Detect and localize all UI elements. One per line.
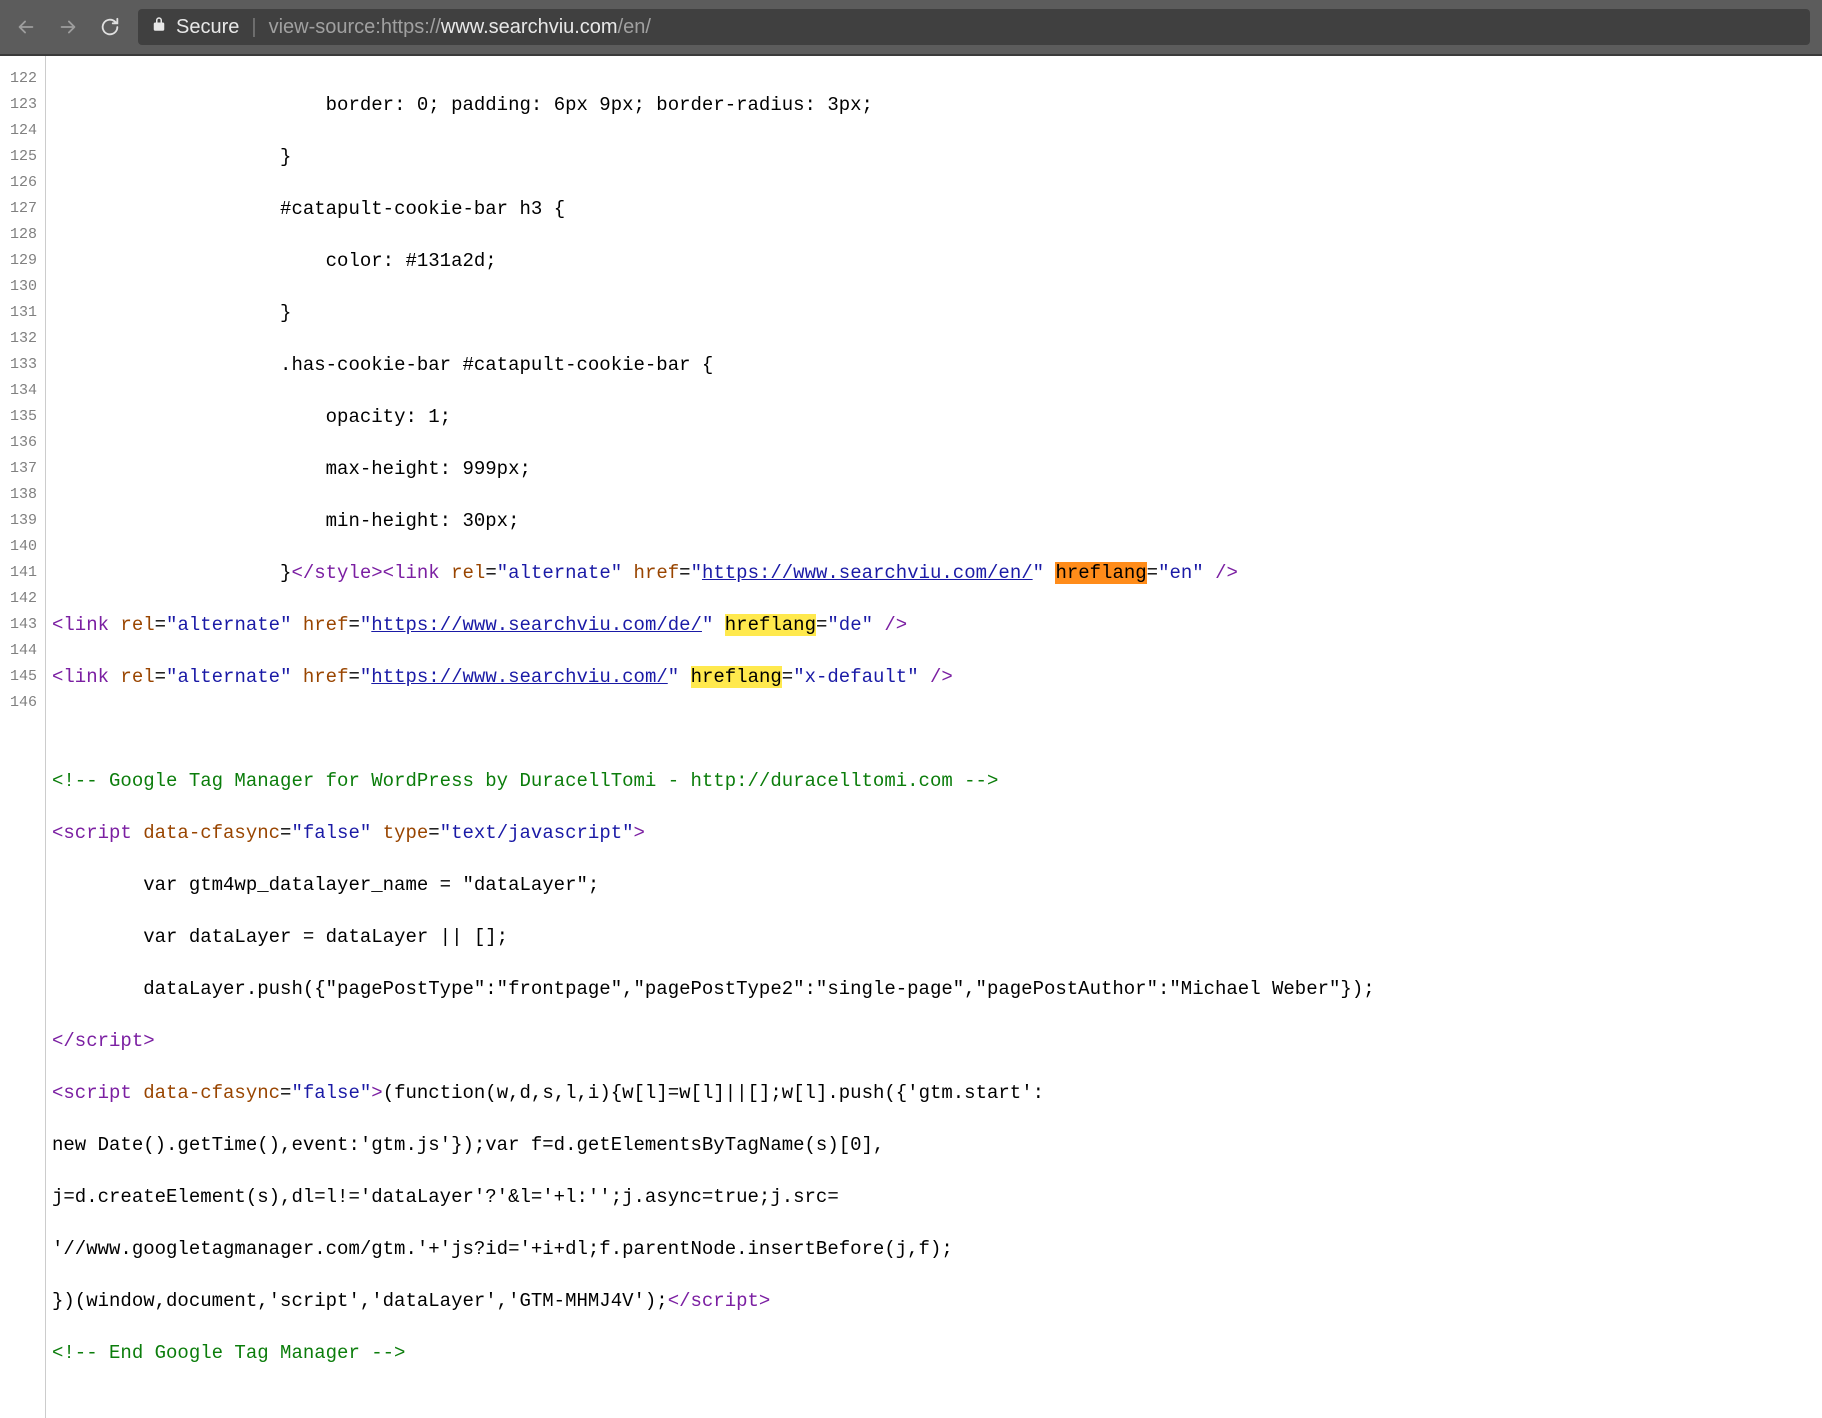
line-number: 128 xyxy=(6,222,37,248)
line-number: 123 xyxy=(6,92,37,118)
line-number: 139 xyxy=(6,508,37,534)
arrow-left-icon xyxy=(15,16,37,38)
line-number: 130 xyxy=(6,274,37,300)
browser-toolbar: Secure | view-source:https://www.searchv… xyxy=(0,0,1822,56)
arrow-right-icon xyxy=(57,16,79,38)
forward-button[interactable] xyxy=(54,13,82,41)
source-line: } xyxy=(52,144,1375,170)
hreflang-highlight: hreflang xyxy=(691,666,782,688)
source-line: var gtm4wp_datalayer_name = "dataLayer"; xyxy=(52,872,1375,898)
line-number: 135 xyxy=(6,404,37,430)
address-bar[interactable]: Secure | view-source:https://www.searchv… xyxy=(138,9,1810,45)
source-line: j=d.createElement(s),dl=l!='dataLayer'?'… xyxy=(52,1184,1375,1210)
line-number: 127 xyxy=(6,196,37,222)
source-line xyxy=(52,716,1375,742)
line-number: 142 xyxy=(6,586,37,612)
href-link[interactable]: https://www.searchviu.com/de/ xyxy=(371,614,702,636)
line-number: 144 xyxy=(6,638,37,664)
hreflang-highlight: hreflang xyxy=(1055,562,1146,584)
line-number: 129 xyxy=(6,248,37,274)
source-line: border: 0; padding: 6px 9px; border-radi… xyxy=(52,92,1375,118)
lock-icon xyxy=(150,15,168,39)
source-line: <link rel="alternate" href="https://www.… xyxy=(52,612,1375,638)
source-line: var dataLayer = dataLayer || []; xyxy=(52,924,1375,950)
source-line: </script> xyxy=(52,1028,1375,1054)
source-line: new Date().getTime(),event:'gtm.js'});va… xyxy=(52,1132,1375,1158)
line-number: 145 xyxy=(6,664,37,690)
back-button[interactable] xyxy=(12,13,40,41)
line-number: 122 xyxy=(6,66,37,92)
line-number: 131 xyxy=(6,300,37,326)
line-number: 140 xyxy=(6,534,37,560)
href-link[interactable]: https://www.searchviu.com/en/ xyxy=(702,562,1033,584)
source-line: opacity: 1; xyxy=(52,404,1375,430)
url-text: view-source:https://www.searchviu.com/en… xyxy=(269,16,651,39)
line-number: 143 xyxy=(6,612,37,638)
line-number: 134 xyxy=(6,378,37,404)
source-line: .has-cookie-bar #catapult-cookie-bar { xyxy=(52,352,1375,378)
line-number: 146 xyxy=(6,690,37,716)
line-number: 141 xyxy=(6,560,37,586)
source-line: <!-- End Google Tag Manager --> xyxy=(52,1340,1375,1366)
source-line: <script data-cfasync="false">(function(w… xyxy=(52,1080,1375,1106)
source-line: } xyxy=(52,300,1375,326)
line-number: 132 xyxy=(6,326,37,352)
source-line: dataLayer.push({"pagePostType":"frontpag… xyxy=(52,976,1375,1002)
line-number: 137 xyxy=(6,456,37,482)
source-line: <link rel="alternate" href="https://www.… xyxy=(52,664,1375,690)
reload-icon xyxy=(99,16,121,38)
source-code[interactable]: border: 0; padding: 6px 9px; border-radi… xyxy=(46,56,1375,1418)
source-line: })(window,document,'script','dataLayer',… xyxy=(52,1288,1375,1314)
line-number: 125 xyxy=(6,144,37,170)
href-link[interactable]: https://www.searchviu.com/ xyxy=(371,666,667,688)
source-line: #catapult-cookie-bar h3 { xyxy=(52,196,1375,222)
source-line: <script data-cfasync="false" type="text/… xyxy=(52,820,1375,846)
line-number: 124 xyxy=(6,118,37,144)
view-source-panel: 1221231241251261271281291301311321331341… xyxy=(0,56,1822,1418)
line-number-gutter: 1221231241251261271281291301311321331341… xyxy=(0,56,46,1418)
hreflang-highlight: hreflang xyxy=(725,614,816,636)
source-line: '//www.googletagmanager.com/gtm.'+'js?id… xyxy=(52,1236,1375,1262)
line-number: 138 xyxy=(6,482,37,508)
line-number: 136 xyxy=(6,430,37,456)
source-line: }</style><link rel="alternate" href="htt… xyxy=(52,560,1375,586)
line-number: 126 xyxy=(6,170,37,196)
line-number: 133 xyxy=(6,352,37,378)
source-line: max-height: 999px; xyxy=(52,456,1375,482)
reload-button[interactable] xyxy=(96,13,124,41)
source-line: <!-- Google Tag Manager for WordPress by… xyxy=(52,768,1375,794)
secure-label: Secure xyxy=(176,16,239,39)
source-line: min-height: 30px; xyxy=(52,508,1375,534)
source-line: color: #131a2d; xyxy=(52,248,1375,274)
omnibox-divider: | xyxy=(251,16,256,39)
